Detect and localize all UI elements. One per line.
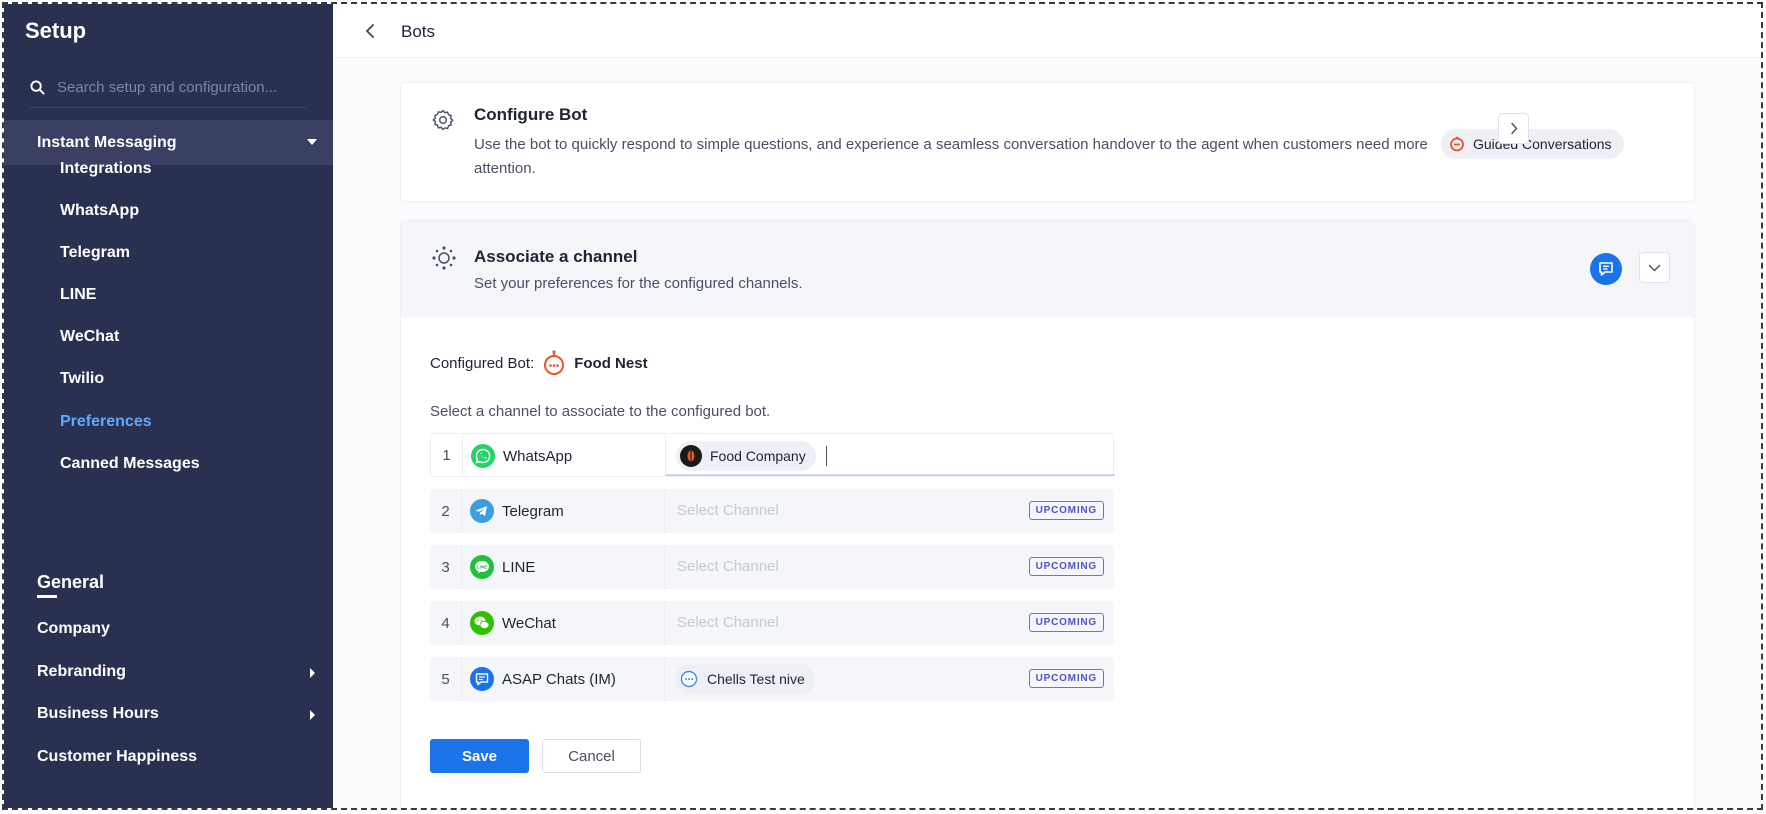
sidebar-item-rebranding[interactable]: Rebranding (37, 663, 126, 681)
food-company-avatar (680, 445, 702, 467)
selected-channel-label: Food Company (710, 448, 806, 464)
channel-app: ASAP Chats (IM) (470, 667, 616, 691)
selected-channel-chip[interactable]: Chells Test nive (675, 664, 815, 694)
associate-channel-title: Associate a channel (474, 247, 638, 266)
wechat-icon (470, 611, 494, 635)
row-number: 2 (430, 489, 462, 533)
sidebar-general-heading: General (37, 572, 105, 592)
channel-row: 4 WeChat Select Channel UPCOMING (430, 601, 1114, 645)
chevron-right-icon (1510, 122, 1517, 135)
top-bar: Bots (333, 4, 1761, 58)
row-number: 5 (430, 657, 462, 701)
chevron-right-icon (310, 710, 315, 720)
sidebar-item-twilio[interactable]: Twilio (60, 370, 104, 388)
sidebar-item-telegram[interactable]: Telegram (60, 244, 130, 262)
collapse-toggle-button[interactable] (1639, 252, 1670, 283)
guided-conversations-label: Guided Conversations (1473, 136, 1612, 152)
sidebar: Setup Instant Messaging Integrations Wha… (4, 4, 333, 808)
channel-app-name: ASAP Chats (IM) (502, 670, 616, 688)
upcoming-badge: UPCOMING (1028, 613, 1104, 632)
configured-bot: Configured Bot: Food Nest (430, 350, 648, 376)
app-window: Setup Instant Messaging Integrations Wha… (2, 2, 1763, 810)
im-channel-badge (1590, 253, 1622, 285)
channel-select[interactable]: Chells Test nive UPCOMING (664, 657, 1114, 701)
configure-bot-card: Configure Bot Use the bot to quickly res… (400, 82, 1695, 202)
sidebar-item-preferences[interactable]: Preferences (60, 413, 152, 431)
channel-app-name: LINE (502, 558, 536, 576)
channel-app: LINE LINE (470, 555, 535, 579)
selected-channel-label: Chells Test nive (707, 671, 805, 687)
channel-app-name: Telegram (502, 502, 564, 520)
search-icon (30, 80, 45, 95)
upcoming-badge: UPCOMING (1028, 669, 1104, 688)
channel-select[interactable]: Select Channel UPCOMING (664, 489, 1114, 533)
svg-text:LINE: LINE (477, 564, 489, 570)
general-underline (37, 595, 57, 598)
sidebar-item-line[interactable]: LINE (60, 286, 96, 304)
channel-app-name: WhatsApp (503, 447, 573, 465)
select-channel-instruction: Select a channel to associate to the con… (430, 403, 771, 420)
save-button[interactable]: Save (430, 739, 529, 773)
select-channel-placeholder: Select Channel (677, 502, 779, 519)
sidebar-item-customer-happiness[interactable]: Customer Happiness (37, 748, 197, 766)
select-channel-placeholder: Select Channel (677, 558, 779, 575)
sidebar-item-canned-messages[interactable]: Canned Messages (60, 455, 200, 473)
text-cursor (826, 446, 827, 466)
sidebar-section-label: Instant Messaging (37, 133, 177, 151)
sidebar-item-integrations[interactable]: Integrations (60, 160, 152, 178)
bot-icon (1450, 136, 1464, 152)
search-input[interactable] (57, 79, 297, 96)
upcoming-badge: UPCOMING (1028, 501, 1104, 520)
associate-channel-header (401, 221, 1694, 317)
sidebar-section-instant-messaging[interactable]: Instant Messaging (4, 120, 333, 165)
cancel-button[interactable]: Cancel (542, 739, 641, 773)
configure-bot-title: Configure Bot (474, 105, 588, 124)
configure-bot-description: Use the bot to quickly respond to simple… (474, 136, 1428, 177)
channel-select[interactable]: Select Channel UPCOMING (664, 601, 1114, 645)
gear-icon (432, 109, 454, 131)
upcoming-badge: UPCOMING (1028, 557, 1104, 576)
sidebar-item-wechat[interactable]: WeChat (60, 328, 119, 346)
telegram-icon (470, 499, 494, 523)
associate-channel-description: Set your preferences for the configured … (474, 275, 803, 292)
configure-bot-next-button[interactable] (1498, 113, 1529, 144)
whatsapp-icon (471, 444, 495, 468)
chevron-down-icon (1648, 264, 1661, 271)
row-number: 4 (430, 601, 462, 645)
bot-avatar-icon (544, 350, 565, 375)
chat-bubble-icon (680, 670, 698, 688)
asap-chats-icon (470, 667, 494, 691)
channel-row: 1 WhatsApp Food Company (430, 433, 1115, 477)
line-icon: LINE (470, 555, 494, 579)
channel-app: WeChat (470, 611, 556, 635)
sidebar-item-company[interactable]: Company (37, 620, 110, 638)
selected-channel-chip[interactable]: Food Company (676, 441, 816, 471)
associate-channel-card: Associate a channel Set your preferences… (400, 220, 1695, 808)
sidebar-item-whatsapp[interactable]: WhatsApp (60, 202, 139, 220)
channel-select[interactable]: Select Channel UPCOMING (664, 545, 1114, 589)
row-number: 1 (431, 434, 463, 476)
channel-row: 2 Telegram Select Channel UPCOMING (430, 489, 1114, 533)
guided-conversations-chip[interactable]: Guided Conversations (1441, 129, 1624, 159)
configured-bot-label: Configured Bot: (430, 354, 535, 372)
sidebar-search[interactable] (30, 68, 306, 108)
caret-down-icon (307, 139, 317, 145)
channel-row: 5 ASAP Chats (IM) Chells Test nive UPCOM… (430, 657, 1114, 701)
channel-app: Telegram (470, 499, 564, 523)
page-title: Bots (401, 22, 436, 41)
channels-icon (432, 246, 456, 270)
channel-select[interactable]: Food Company (665, 434, 1115, 476)
channel-app: WhatsApp (471, 444, 572, 468)
sidebar-title: Setup (25, 18, 87, 43)
channel-app-name: WeChat (502, 614, 556, 632)
back-arrow-icon[interactable] (365, 23, 375, 39)
chat-bubble-icon (1599, 262, 1613, 276)
sidebar-item-business-hours[interactable]: Business Hours (37, 705, 159, 723)
configured-bot-name: Food Nest (574, 354, 648, 372)
channel-row: 3 LINE LINE Select Channel UPCOMING (430, 545, 1114, 589)
select-channel-placeholder: Select Channel (677, 614, 779, 631)
row-number: 3 (430, 545, 462, 589)
chevron-right-icon (310, 668, 315, 678)
